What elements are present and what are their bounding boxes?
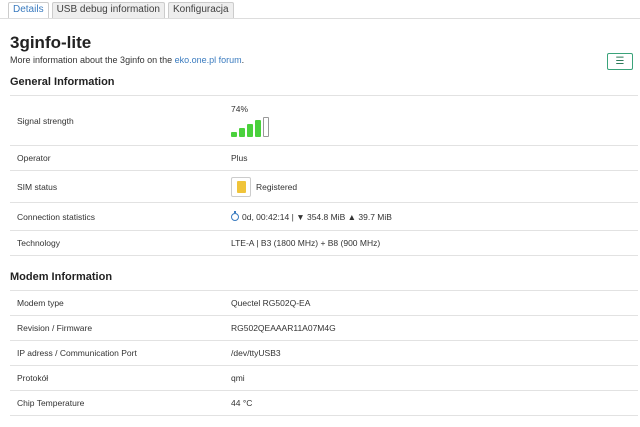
general-info-table: Signal strength 74% Operator Plus SIM st…: [10, 95, 638, 256]
tab-usb-debug[interactable]: USB debug information: [51, 2, 165, 18]
subtitle-prefix: More information about the 3ginfo on the: [10, 55, 175, 65]
page-title: 3ginfo-lite: [10, 33, 92, 52]
protocol-value: qmi: [224, 365, 638, 391]
port-value: /dev/ttyUSB3: [224, 340, 638, 366]
table-row: Protokół qmi: [10, 365, 638, 391]
signal-bars-icon: [231, 117, 631, 137]
table-row: Modem type Quectel RG502Q-EA: [10, 290, 638, 316]
page-subtitle: More information about the 3ginfo on the…: [10, 55, 244, 65]
signal-bar: [239, 128, 245, 137]
subtitle-suffix: .: [241, 55, 245, 65]
connection-value: 0d, 00:42:14 | ▼ 354.8 MiB ▲ 39.7 MiB: [242, 211, 392, 222]
sim-card-icon: [231, 176, 251, 197]
modem-type-value: Quectel RG502Q-EA: [224, 290, 638, 316]
tab-konfiguracja[interactable]: Konfiguracja: [167, 2, 234, 18]
firmware-label: Revision / Firmware: [10, 315, 224, 341]
signal-bar-empty: [263, 117, 269, 137]
operator-label: Operator: [10, 145, 224, 171]
general-section-title: General Information: [10, 76, 115, 88]
tab-details[interactable]: Details: [8, 2, 49, 18]
sim-cell: Registered: [224, 170, 638, 203]
protocol-label: Protokół: [10, 365, 224, 391]
table-row: Connection statistics 0d, 00:42:14 | ▼ 3…: [10, 202, 638, 231]
modem-section-title: Modem Information: [10, 271, 113, 283]
table-row: Revision / Firmware RG502QEAAAR11A07M4G: [10, 315, 638, 341]
modem-type-label: Modem type: [10, 290, 224, 316]
signal-cell: 74%: [224, 95, 638, 146]
tab-divider: [0, 18, 640, 19]
signal-bar: [231, 132, 237, 137]
operator-value: Plus: [224, 145, 638, 171]
stopwatch-icon: [231, 210, 239, 221]
firmware-value: RG502QEAAAR11A07M4G: [224, 315, 638, 341]
signal-bar: [255, 120, 261, 137]
table-row: Chip Temperature 44 °C: [10, 390, 638, 416]
tab-bar: Details USB debug information Konfigurac…: [8, 2, 234, 18]
port-label: IP adress / Communication Port: [10, 340, 224, 366]
hamburger-icon: ☰: [615, 56, 625, 67]
signal-percent: 74%: [231, 104, 249, 114]
modem-info-table: Modem type Quectel RG502Q-EA Revision / …: [10, 290, 638, 416]
sim-label: SIM status: [10, 170, 224, 203]
menu-button[interactable]: ☰: [607, 53, 633, 70]
forum-link[interactable]: eko.one.pl forum: [175, 55, 242, 65]
signal-bar: [247, 124, 253, 137]
technology-label: Technology: [10, 230, 224, 256]
connection-cell: 0d, 00:42:14 | ▼ 354.8 MiB ▲ 39.7 MiB: [224, 202, 638, 231]
table-row: Signal strength 74%: [10, 95, 638, 146]
technology-value: LTE-A | B3 (1800 MHz) + B8 (900 MHz): [224, 230, 638, 256]
temperature-label: Chip Temperature: [10, 390, 224, 416]
connection-label: Connection statistics: [10, 202, 224, 231]
signal-label: Signal strength: [10, 95, 224, 146]
sim-status-value: Registered: [256, 181, 298, 192]
table-row: IP adress / Communication Port /dev/ttyU…: [10, 340, 638, 366]
temperature-value: 44 °C: [224, 390, 638, 416]
table-row: SIM status Registered: [10, 170, 638, 203]
table-row: Operator Plus: [10, 145, 638, 171]
table-row: Technology LTE-A | B3 (1800 MHz) + B8 (9…: [10, 230, 638, 256]
